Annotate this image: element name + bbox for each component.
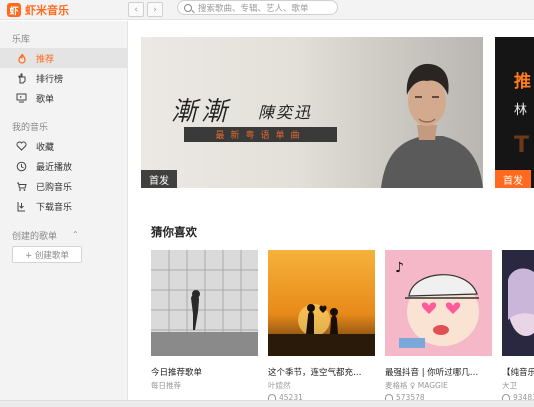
banner-artist: 陳奕迅 — [258, 103, 313, 122]
banner-main[interactable]: 漸漸 陳奕迅 最新粤语单曲 首发 — [141, 37, 483, 188]
forward-button[interactable]: › — [147, 2, 163, 17]
app-name: 虾米音乐 — [25, 4, 69, 17]
sidebar-item-recommend[interactable]: 推荐 — [0, 48, 127, 68]
heart-icon — [16, 141, 27, 152]
playlist-card[interactable]: 今日推荐歌单 每日推荐 — [151, 250, 258, 391]
playlist-cover[interactable]: ♪ — [385, 250, 492, 356]
section-title-my-music: 我的音乐 — [12, 123, 49, 133]
playlist-title[interactable]: 最强抖音 | 你听过哪几… — [385, 366, 492, 378]
banner-badge: 首发 — [141, 170, 177, 188]
cart-icon — [16, 181, 27, 192]
main-content: 漸漸 陳奕迅 最新粤语单曲 首发 推 林 T 首发 猜你喜欢 今日推荐歌单 每日… — [129, 21, 534, 407]
playlist-card[interactable]: 这个季节，连空气都充… 叶媗然 45231 — [268, 250, 375, 403]
playlist-title[interactable]: 今日推荐歌单 — [151, 366, 258, 378]
sidebar: 乐库 推荐 排行榜 歌单 我的音乐 收藏 最近播放 已购音乐 下载音乐 创建的歌… — [0, 21, 128, 407]
banner-subtitle: 最新粤语单曲 — [215, 131, 306, 141]
back-button[interactable]: ‹ — [128, 2, 144, 17]
section-title-library: 乐库 — [12, 35, 31, 45]
hand-icon — [16, 73, 27, 84]
search-input[interactable]: 搜索歌曲、专辑、艺人、歌单 — [177, 0, 338, 15]
flame-icon — [16, 53, 27, 64]
sidebar-item-label: 已购音乐 — [36, 182, 73, 193]
create-playlist-button[interactable]: + 创建歌单 — [12, 246, 82, 263]
banner-subtitle-strip: 最新粤语单曲 — [184, 127, 337, 142]
playlist-cover[interactable] — [151, 250, 258, 356]
sidebar-item-label: 歌单 — [36, 94, 55, 105]
playlist-author: 每日推荐 — [151, 381, 181, 390]
sidebar-item-label: 推荐 — [36, 54, 55, 65]
sidebar-item-label: 排行榜 — [36, 74, 64, 85]
svg-text:♪: ♪ — [395, 260, 404, 276]
banner-secondary[interactable]: 推 林 T 首发 — [495, 37, 534, 188]
playlist-card[interactable]: 【纯音乐 大卫 93483 — [502, 250, 534, 403]
sidebar-item-purchased[interactable]: 已购音乐 — [0, 176, 127, 196]
clock-icon — [16, 161, 27, 172]
download-icon — [16, 201, 27, 212]
banner2-line2: 林 — [514, 103, 528, 118]
playlist-title[interactable]: 这个季节，连空气都充… — [268, 366, 375, 378]
banner2-line1: 推 — [514, 72, 531, 92]
search-icon — [184, 3, 192, 12]
sidebar-item-favorites[interactable]: 收藏 — [0, 136, 127, 156]
sidebar-item-recent[interactable]: 最近播放 — [0, 156, 127, 176]
sidebar-item-playlists[interactable]: 歌单 — [0, 88, 127, 108]
app-logo[interactable]: 虾 虾米音乐 — [7, 2, 69, 18]
playlist-author: 麦格格 ♀ MAGGIE — [385, 381, 448, 390]
monitor-icon — [16, 93, 27, 104]
playlist-title[interactable]: 【纯音乐 — [502, 366, 534, 378]
playlist-cover[interactable] — [502, 250, 534, 356]
sidebar-item-charts[interactable]: 排行榜 — [0, 68, 127, 88]
artist-photo — [381, 63, 483, 188]
banner2-line3: T — [514, 133, 530, 158]
bottom-scrollbar[interactable] — [0, 400, 534, 407]
sidebar-item-label: 最近播放 — [36, 162, 73, 173]
app-logo-icon: 虾 — [7, 3, 21, 17]
playlist-author: 大卫 — [502, 381, 517, 390]
banner-title: 漸漸 — [171, 97, 232, 127]
sidebar-item-label: 收藏 — [36, 142, 55, 153]
section-title-guess-you-like: 猜你喜欢 — [151, 225, 197, 239]
playlist-card[interactable]: ♪ 最强抖音 | 你听过哪几… 麦格格 ♀ MAGGIE 573578 — [385, 250, 492, 403]
playlist-author: 叶媗然 — [268, 381, 291, 390]
top-bar: 虾 虾米音乐 ‹ › 搜索歌曲、专辑、艺人、歌单 — [0, 0, 534, 20]
banner2-badge: 首发 — [495, 170, 531, 188]
search-placeholder: 搜索歌曲、专辑、艺人、歌单 — [198, 3, 309, 14]
section-title-created-playlists: 创建的歌单 — [12, 232, 58, 242]
chevron-up-icon[interactable]: ⌃ — [72, 230, 79, 239]
sidebar-item-label: 下载音乐 — [36, 202, 73, 213]
sidebar-item-downloads[interactable]: 下载音乐 — [0, 196, 127, 216]
playlist-cover[interactable] — [268, 250, 375, 356]
